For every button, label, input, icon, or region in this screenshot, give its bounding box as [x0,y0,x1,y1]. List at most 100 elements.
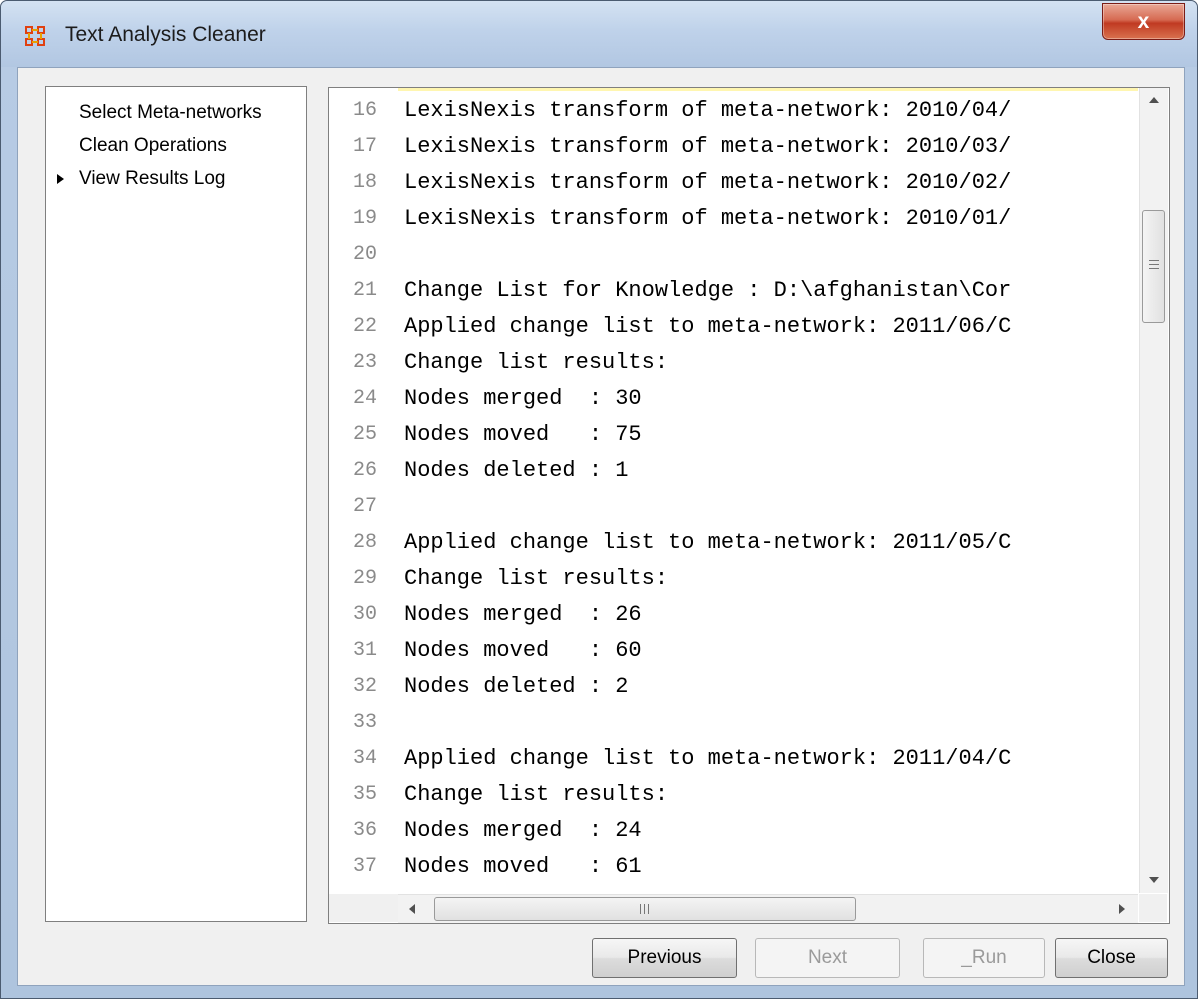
log-line: 24 Nodes merged : 30 [329,381,1139,417]
log-line: 21 Change List for Knowledge : D:\afghani… [329,273,1139,309]
line-number: 29 [352,567,377,590]
line-text: Nodes moved : 61 [404,854,642,879]
line-number: 32 [352,675,377,698]
line-text: Nodes deleted : 2 [404,674,629,699]
log-line: 29 Change list results: [329,561,1139,597]
arrow-left-icon [409,904,415,914]
log-line: 36 Nodes merged : 24 [329,813,1139,849]
scroll-down-button[interactable] [1142,868,1166,892]
line-number: 23 [352,351,377,374]
current-line-highlight [398,88,1138,91]
line-text: LexisNexis transform of meta-network: 20… [404,134,1012,159]
dialog-content: Select Meta-networks Clean Operations Vi… [17,67,1185,986]
log-line: 33 [329,705,1139,741]
line-number: 18 [352,171,377,194]
vertical-scroll-thumb[interactable] [1142,210,1165,323]
log-line: 31 Nodes moved : 60 [329,633,1139,669]
arrow-right-icon [1119,904,1125,914]
line-number: 22 [352,315,377,338]
arrow-down-icon [1149,877,1159,883]
current-step-arrow-icon [57,174,64,184]
line-number: 27 [352,495,377,518]
line-text: Change List for Knowledge : D:\afghanist… [404,278,1012,303]
log-line: 26 Nodes deleted : 1 [329,453,1139,489]
line-number: 34 [352,747,377,770]
line-number: 24 [352,387,377,410]
line-number: 35 [352,783,377,806]
log-line: 35 Change list results: [329,777,1139,813]
line-text: Change list results: [404,350,669,375]
arrow-up-icon [1149,97,1159,103]
grip-icon [1149,260,1159,271]
line-number: 33 [352,711,377,734]
scroll-right-button[interactable] [1110,897,1134,921]
scrollbar-corner [1139,894,1167,922]
sidebar-item-label: Clean Operations [79,135,227,156]
sidebar-item-select-meta-networks[interactable]: Select Meta-networks [79,102,262,124]
results-log-panel[interactable]: 16 LexisNexis transform of meta-network: … [328,87,1170,924]
vertical-scrollbar[interactable] [1139,88,1168,893]
close-icon: x [1137,9,1150,33]
line-number: 25 [352,423,377,446]
results-log-text[interactable]: 16 LexisNexis transform of meta-network: … [329,88,1139,893]
log-line: 20 [329,237,1139,273]
scroll-left-button[interactable] [400,897,424,921]
line-number: 30 [352,603,377,626]
log-line: 34 Applied change list to meta-network: 2… [329,741,1139,777]
line-text: LexisNexis transform of meta-network: 20… [404,98,1012,123]
log-line: 28 Applied change list to meta-network: 2… [329,525,1139,561]
line-number: 31 [352,639,377,662]
log-line: 22 Applied change list to meta-network: 2… [329,309,1139,345]
line-number: 36 [352,819,377,842]
line-number: 17 [352,135,377,158]
line-number: 19 [352,207,377,230]
line-number: 26 [352,459,377,482]
line-text: Applied change list to meta-network: 201… [404,530,1012,555]
window-close-button[interactable]: x [1102,3,1185,40]
line-text: Nodes merged : 24 [404,818,642,843]
log-line: 37 Nodes moved : 61 [329,849,1139,885]
line-text: Applied change list to meta-network: 201… [404,314,1012,339]
line-text: Change list results: [404,566,669,591]
previous-button[interactable]: Previous [592,938,737,978]
title-bar[interactable]: Text Analysis Cleaner x [1,1,1197,67]
log-line: 19 LexisNexis transform of meta-network: … [329,201,1139,237]
scroll-up-button[interactable] [1142,88,1166,112]
line-number: 16 [352,99,377,122]
run-button[interactable]: _Run [923,938,1045,978]
line-number: 21 [352,279,377,302]
line-text: Nodes merged : 30 [404,386,642,411]
line-text: LexisNexis transform of meta-network: 20… [404,206,1012,231]
log-line: 16 LexisNexis transform of meta-network: … [329,93,1139,129]
line-text: Applied change list to meta-network: 201… [404,746,1012,771]
sidebar-item-view-results-log[interactable]: View Results Log [57,168,226,190]
close-button[interactable]: Close [1055,938,1168,978]
log-line: 17 LexisNexis transform of meta-network: … [329,129,1139,165]
log-line: 18 LexisNexis transform of meta-network: … [329,165,1139,201]
horizontal-scroll-thumb[interactable] [434,897,856,921]
gutter-footer [329,894,398,922]
next-button[interactable]: Next [755,938,900,978]
line-number: 20 [352,243,377,266]
sidebar-item-label: Select Meta-networks [79,102,262,123]
line-text: Nodes moved : 60 [404,638,642,663]
line-text: Nodes moved : 75 [404,422,642,447]
log-line: 23 Change list results: [329,345,1139,381]
log-line: 30 Nodes merged : 26 [329,597,1139,633]
sidebar-item-clean-operations[interactable]: Clean Operations [79,135,227,157]
wizard-step-list: Select Meta-networks Clean Operations Vi… [45,86,307,922]
line-number: 37 [352,855,377,878]
line-text: LexisNexis transform of meta-network: 20… [404,170,1012,195]
line-text: Nodes deleted : 1 [404,458,629,483]
line-number: 28 [352,531,377,554]
app-icon [25,26,45,46]
log-line: 32 Nodes deleted : 2 [329,669,1139,705]
dialog-window: Text Analysis Cleaner x Select Meta-netw… [0,0,1198,999]
sidebar-item-label: View Results Log [79,168,226,189]
window-title: Text Analysis Cleaner [65,23,266,46]
grip-icon [640,904,651,914]
log-line: 27 [329,489,1139,525]
line-text: Nodes merged : 26 [404,602,642,627]
log-line: 25 Nodes moved : 75 [329,417,1139,453]
horizontal-scrollbar[interactable] [398,894,1138,923]
